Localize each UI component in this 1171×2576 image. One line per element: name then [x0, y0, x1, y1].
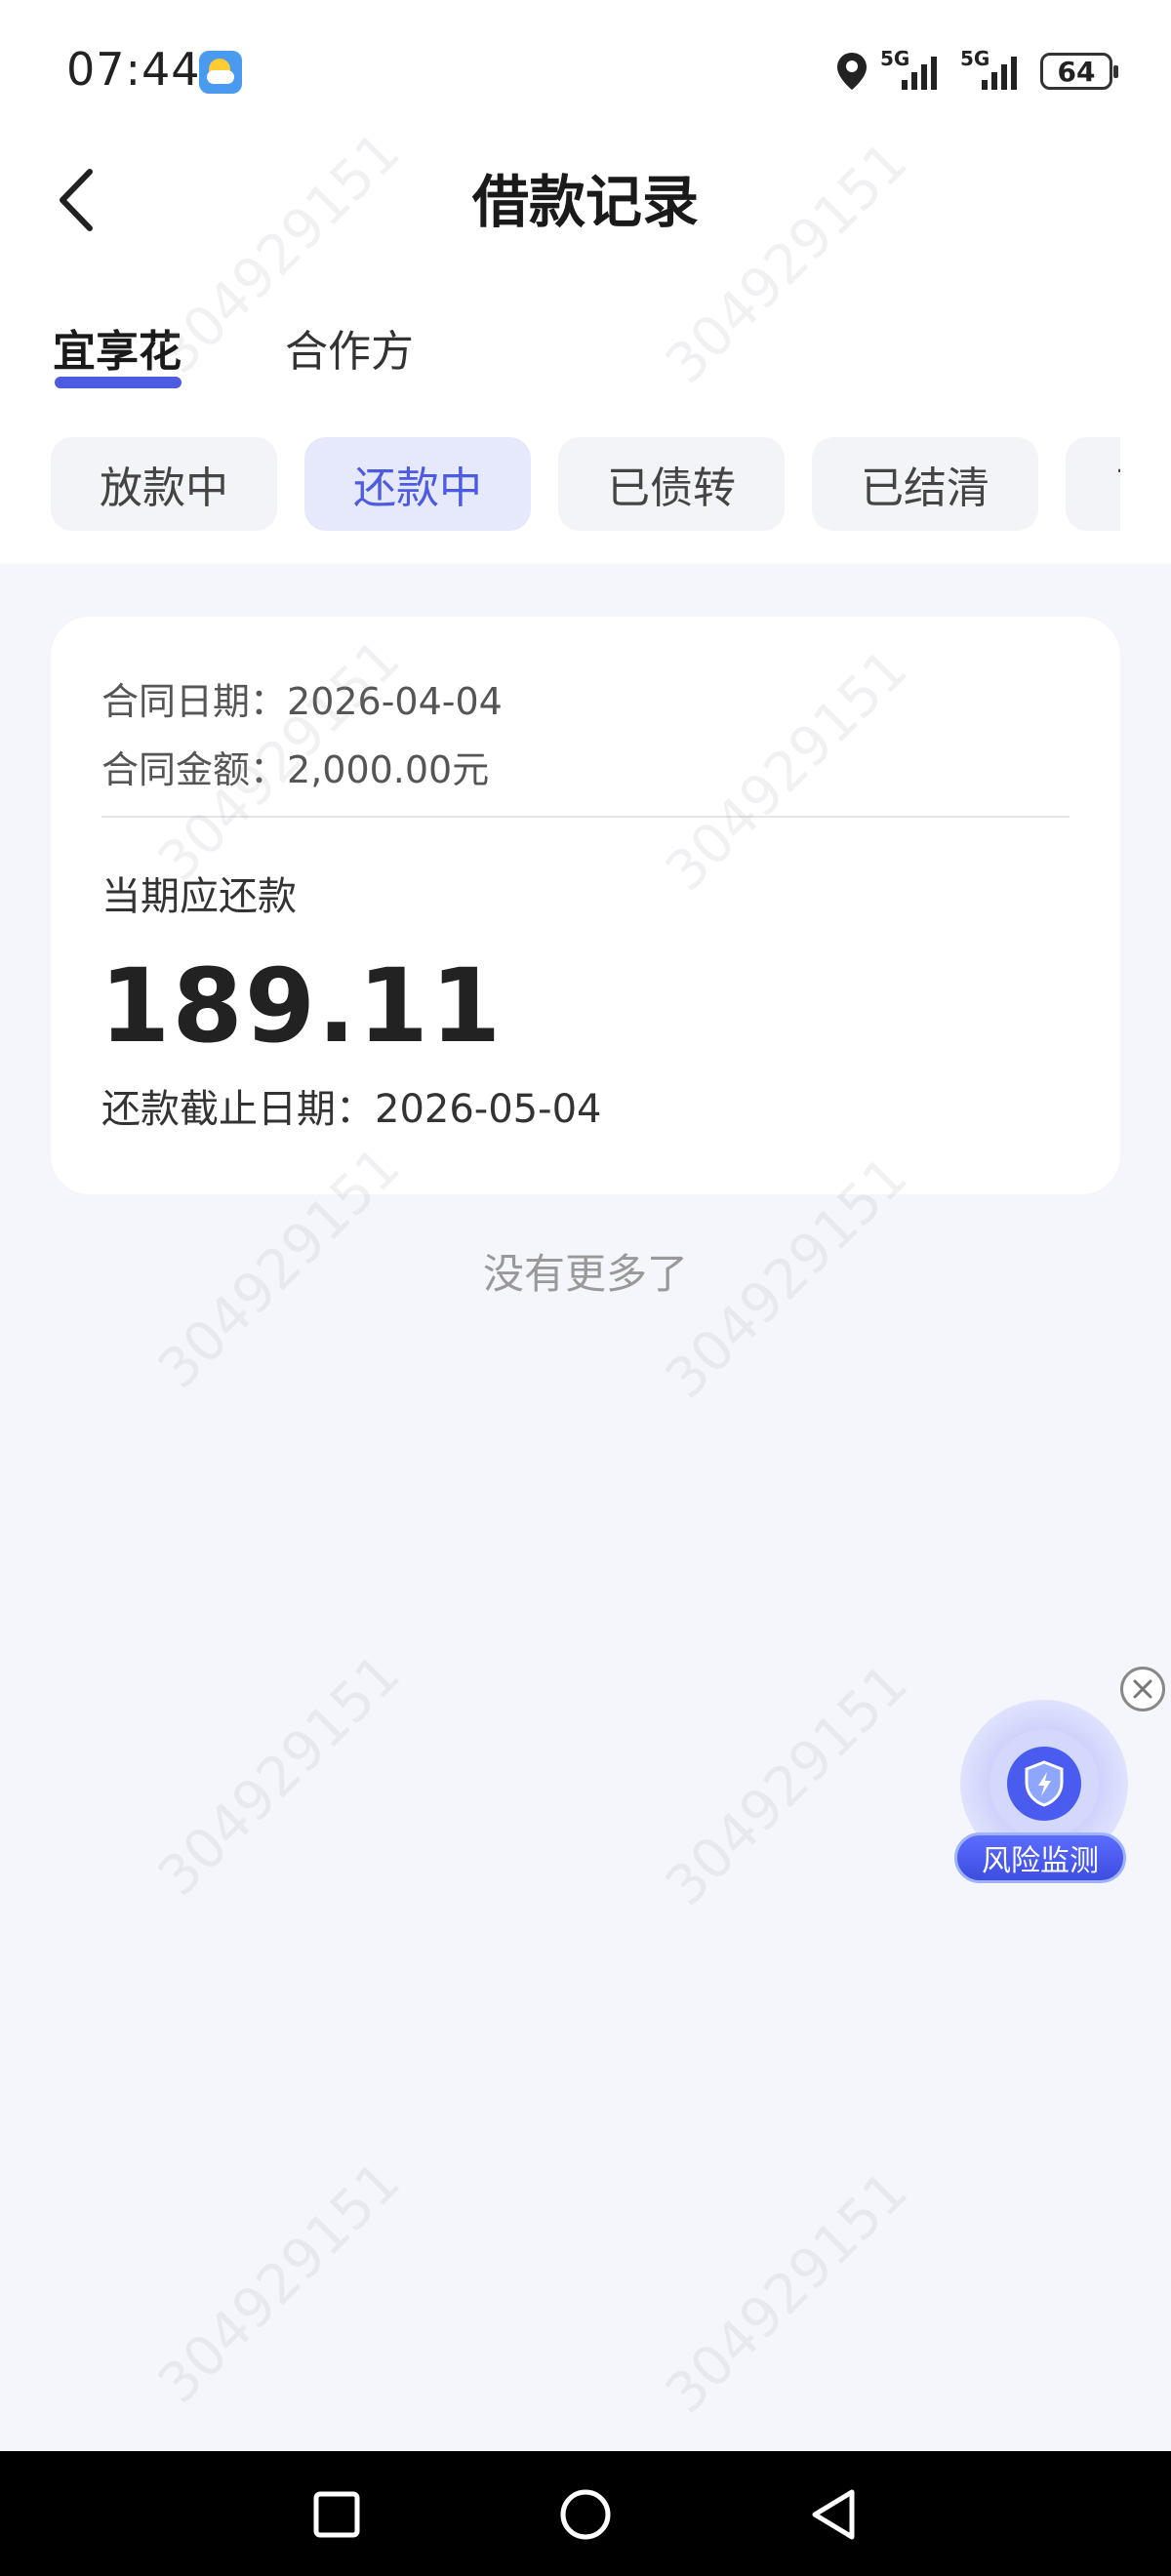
tab-active-indicator — [55, 377, 182, 388]
contract-date-row: 合同日期：2026-04-04 — [101, 671, 503, 725]
watermark: 304929151 — [146, 2150, 413, 2416]
status-time: 07:44 — [66, 43, 201, 96]
contract-date-label: 合同日期： — [101, 680, 288, 723]
list-end-text: 没有更多了 — [482, 1250, 688, 1298]
contract-amount-label: 合同金额： — [101, 748, 288, 791]
watermark: 304929151 — [654, 2159, 920, 2426]
filter-disbursing[interactable]: 放款中 — [51, 437, 277, 531]
filter-settled[interactable]: 已结清 — [812, 437, 1038, 531]
recent-apps-button[interactable] — [303, 2480, 371, 2549]
due-amount-label: 当期应还款 — [101, 874, 297, 919]
back-nav-button[interactable] — [800, 2480, 868, 2549]
contract-amount-value: 2,000.00元 — [287, 748, 490, 791]
triangle-back-icon — [812, 2489, 855, 2540]
deadline-label: 还款截止日期： — [101, 1087, 375, 1132]
system-nav-bar — [0, 2451, 1171, 2576]
filter-more[interactable]: 已 — [1066, 437, 1120, 531]
tab-partner[interactable]: 合作方 — [285, 316, 414, 379]
due-amount: 189.11 — [100, 946, 504, 1066]
circle-icon — [560, 2489, 611, 2540]
location-icon — [835, 51, 868, 92]
home-button[interactable] — [551, 2480, 620, 2549]
page-title: 借款记录 — [471, 169, 699, 235]
status-icons: 5G 5G 64 — [835, 47, 1118, 96]
contract-date-value: 2026-04-04 — [287, 680, 503, 723]
shield-icon — [1007, 1747, 1081, 1821]
signal-5g-icon: 5G — [960, 47, 1029, 96]
status-filter-bar: 放款中 还款中 已债转 已结清 已 — [51, 437, 1120, 533]
square-icon — [313, 2491, 360, 2538]
battery-icon: 64 — [1040, 53, 1118, 90]
weather-icon — [199, 51, 242, 94]
contract-amount-row: 合同金额：2,000.00元 — [101, 740, 489, 793]
deadline-value: 2026-05-04 — [375, 1087, 602, 1132]
signal-5g-icon: 5G — [880, 47, 949, 96]
watermark: 304929151 — [654, 1652, 920, 1918]
filter-transferred[interactable]: 已债转 — [558, 437, 785, 531]
divider — [101, 816, 1070, 818]
deadline-row: 还款截止日期：2026-05-04 — [101, 1077, 601, 1134]
tab-yixianghua[interactable]: 宜享花 — [53, 316, 182, 379]
filter-repaying[interactable]: 还款中 — [304, 437, 531, 531]
risk-monitor-label: 风险监测 — [954, 1832, 1126, 1883]
close-icon — [1133, 1679, 1152, 1699]
risk-monitor-widget[interactable]: 风险监测 — [950, 1700, 1138, 1895]
loan-card[interactable]: 合同日期：2026-04-04 合同金额：2,000.00元 当期应还款 189… — [51, 617, 1120, 1194]
watermark: 304929151 — [146, 1642, 413, 1909]
